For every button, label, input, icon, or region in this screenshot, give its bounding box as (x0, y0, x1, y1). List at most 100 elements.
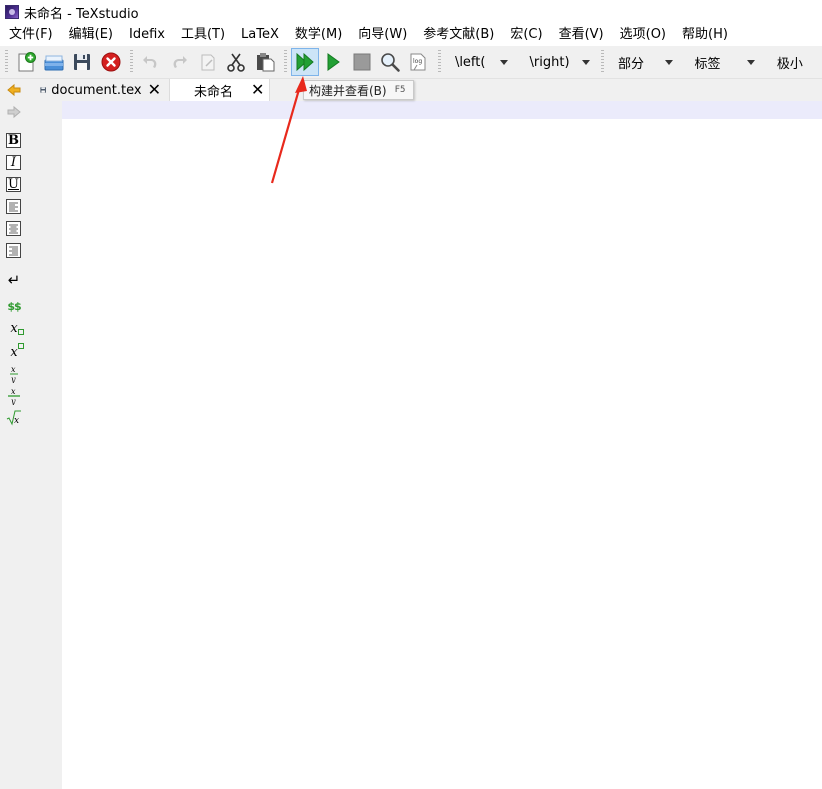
menu-idefix[interactable]: Idefix (120, 24, 172, 46)
superscript-icon: x (10, 342, 25, 360)
bold-button[interactable]: B (6, 133, 21, 148)
menu-tools[interactable]: 工具(T) (172, 24, 232, 46)
window-title: 未命名 - TeXstudio (24, 6, 139, 22)
texstudio-app-icon (5, 5, 19, 19)
log-icon: log (410, 53, 426, 71)
view-button[interactable] (376, 48, 403, 76)
italic-icon: I (10, 155, 17, 170)
chevron-down-icon (499, 59, 508, 65)
menu-file[interactable]: 文件(F) (0, 24, 60, 46)
main-toolbar: log \left( \right) 部分 标签 极小 (0, 46, 822, 79)
copy-button[interactable] (194, 48, 221, 76)
newline-button[interactable]: ↵ (5, 271, 23, 289)
forward-button[interactable] (5, 103, 23, 121)
subscript-icon: x (10, 320, 25, 336)
new-document-icon (18, 52, 36, 72)
editor-area[interactable] (62, 101, 822, 789)
menu-latex[interactable]: LaTeX (232, 24, 286, 46)
menu-options[interactable]: 选项(O) (611, 24, 673, 46)
subscript-glyph: x (10, 320, 18, 336)
back-arrow-icon (7, 83, 21, 97)
font-size-combo[interactable]: 极小 (767, 50, 822, 74)
close-icon[interactable]: ✕ (148, 82, 161, 98)
svg-text:x: x (11, 365, 16, 374)
align-left-button[interactable] (6, 199, 21, 214)
menu-help[interactable]: 帮助(H) (673, 24, 735, 46)
close-document-icon (101, 52, 121, 72)
underline-icon: U (8, 177, 19, 192)
tab-untitled[interactable]: 未命名 ✕ (170, 79, 270, 101)
toolbar-grip[interactable] (284, 50, 288, 74)
close-document-button[interactable] (97, 48, 124, 76)
toolbar-grip[interactable] (438, 50, 441, 74)
section-combo[interactable]: 部分 (608, 50, 679, 74)
undo-button[interactable] (137, 48, 164, 76)
cut-button[interactable] (222, 48, 249, 76)
underline-button[interactable]: U (6, 177, 21, 192)
fraction-icon: x y (10, 365, 18, 383)
paste-icon (256, 53, 275, 72)
menu-bibliography[interactable]: 参考文献(B) (414, 24, 501, 46)
stop-button[interactable] (348, 48, 375, 76)
toolbar-grip[interactable] (601, 50, 604, 74)
subscript-button[interactable]: x (5, 319, 25, 337)
redo-button[interactable] (166, 48, 193, 76)
compile-button[interactable] (320, 48, 347, 76)
menu-macros[interactable]: 宏(C) (501, 24, 549, 46)
math-mode-button[interactable]: $$ (5, 297, 23, 315)
math-mode-icon: $$ (7, 299, 21, 313)
right-delimiter-combo[interactable]: \right) (520, 50, 597, 74)
menu-edit[interactable]: 编辑(E) (60, 24, 120, 46)
build-and-view-button[interactable] (291, 48, 319, 76)
tooltip-text: 构建并查看(B) (309, 83, 387, 98)
tab-label: 未命名 (194, 84, 234, 100)
svg-text:x: x (14, 416, 19, 426)
log-button[interactable]: log (405, 48, 432, 76)
back-button[interactable] (5, 81, 23, 99)
side-toolbar: B I U ↵ $$ x x x y x y x (0, 79, 28, 789)
stop-icon (353, 53, 371, 71)
svg-text:log: log (413, 58, 422, 65)
superscript-button[interactable]: x (5, 342, 25, 361)
new-document-button[interactable] (12, 48, 39, 76)
cut-icon (227, 53, 245, 72)
forward-arrow-icon (7, 105, 21, 119)
open-folder-icon (44, 55, 64, 71)
tab-document-tex[interactable]: document.tex ✕ (30, 79, 170, 101)
close-icon[interactable]: ✕ (251, 82, 264, 98)
current-line-highlight (62, 101, 822, 119)
svg-text:x: x (11, 387, 16, 396)
texstudio-window: 未命名 - TeXstudio 文件(F) 编辑(E) Idefix 工具(T)… (0, 0, 822, 789)
toolbar-grip[interactable] (130, 50, 134, 74)
paste-button[interactable] (251, 48, 278, 76)
compile-icon (327, 53, 341, 71)
font-size-value: 极小 (776, 56, 803, 72)
title-bar: 未命名 - TeXstudio (0, 0, 822, 24)
label-combo[interactable]: 标签 (684, 50, 761, 74)
label-value: 标签 (694, 56, 721, 72)
menu-bar: 文件(F) 编辑(E) Idefix 工具(T) LaTeX 数学(M) 向导(… (0, 24, 822, 46)
build-and-view-icon (296, 52, 314, 72)
align-center-button[interactable] (6, 221, 21, 236)
menu-math[interactable]: 数学(M) (286, 24, 349, 46)
sqrt-button[interactable]: x (5, 409, 23, 427)
menu-view[interactable]: 查看(V) (550, 24, 611, 46)
italic-button[interactable]: I (6, 155, 21, 170)
bold-icon: B (8, 133, 19, 148)
align-right-button[interactable] (6, 243, 21, 258)
toolbar-grip[interactable] (5, 50, 8, 74)
open-button[interactable] (40, 48, 67, 76)
menu-wizards[interactable]: 向导(W) (349, 24, 414, 46)
dfrac-button[interactable]: x y (5, 387, 23, 405)
fraction-button[interactable]: x y (5, 365, 23, 383)
right-delimiter-value: \right) (529, 54, 570, 70)
build-and-view-tooltip: 构建并查看(B) F5 (303, 80, 415, 100)
view-magnifier-icon (381, 53, 400, 72)
chevron-down-icon (747, 59, 755, 65)
undo-icon (143, 56, 157, 68)
left-delimiter-combo[interactable]: \left( (445, 50, 514, 74)
save-button[interactable] (69, 48, 96, 76)
redo-icon (173, 56, 188, 68)
align-right-icon (9, 246, 18, 256)
tooltip-shortcut: F5 (394, 85, 406, 95)
